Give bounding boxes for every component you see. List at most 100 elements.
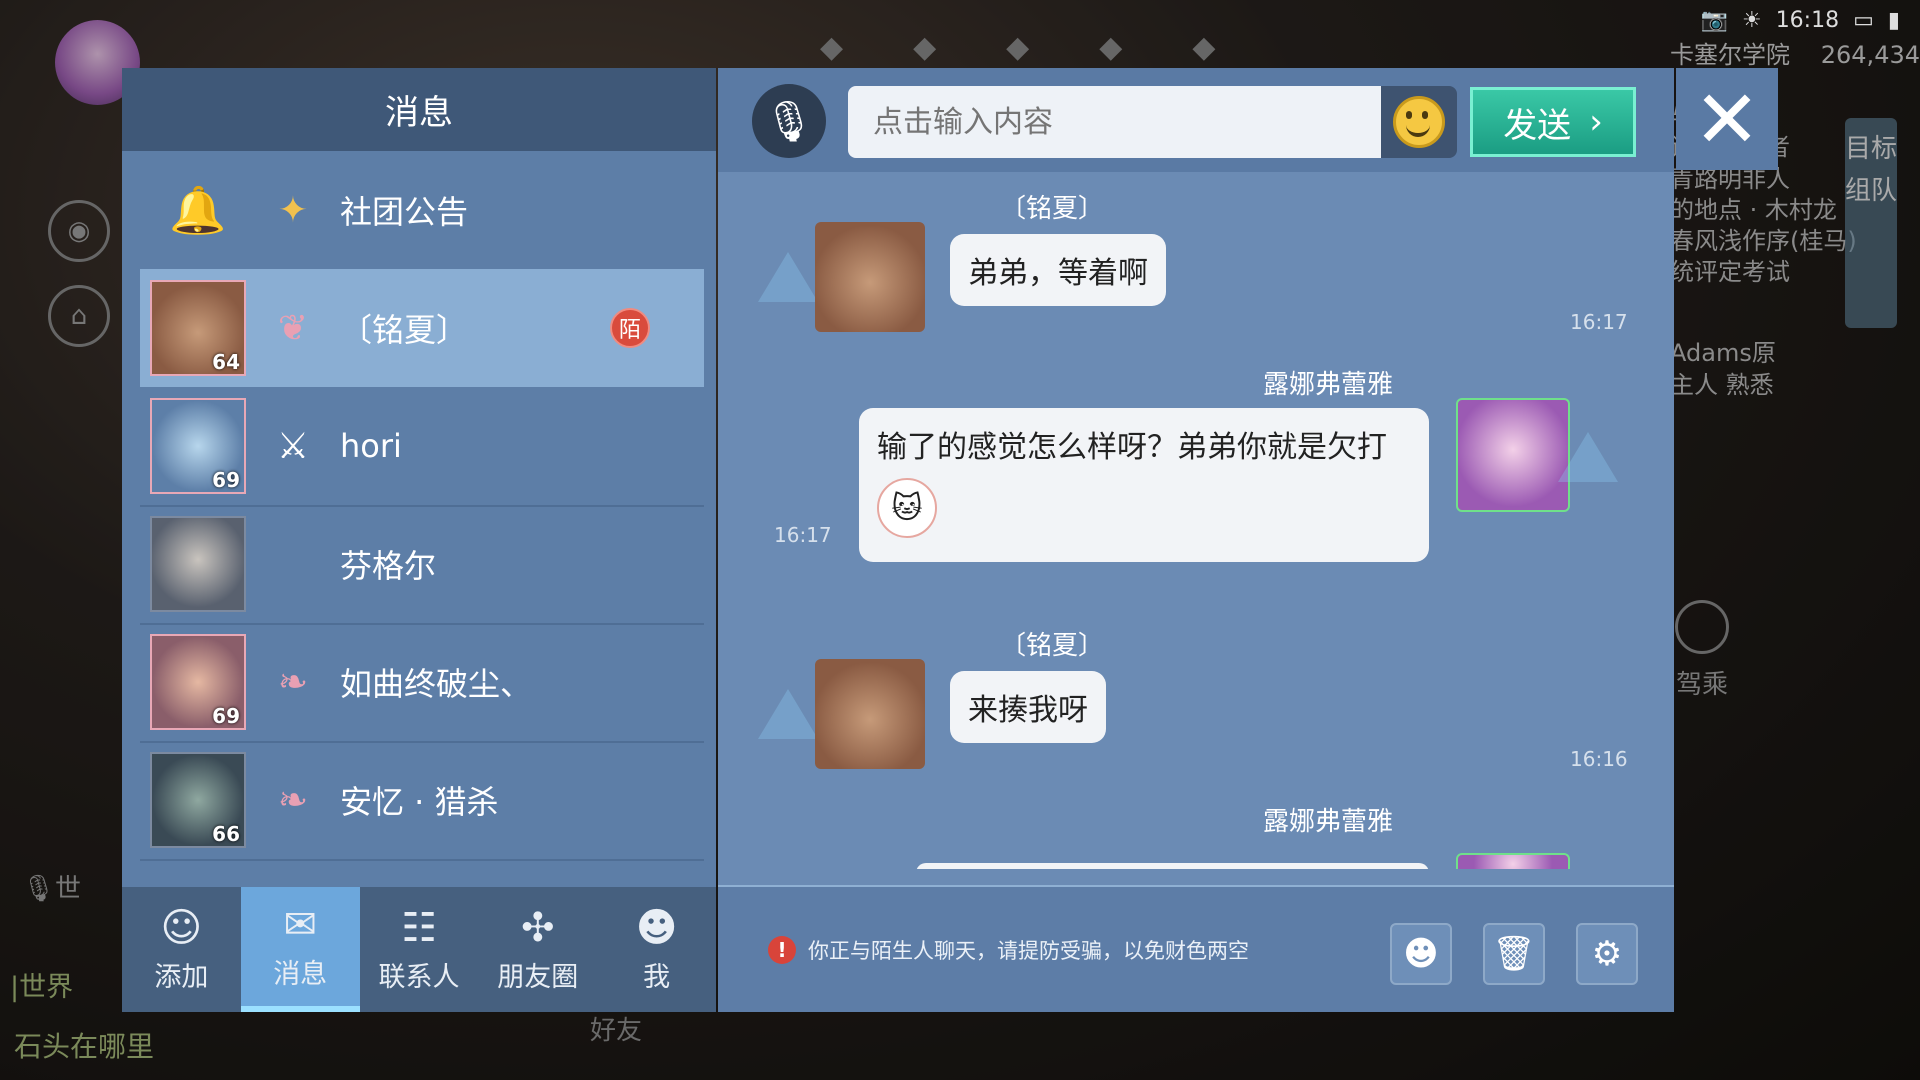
avatar[interactable] bbox=[815, 222, 925, 332]
avatar: 69 bbox=[150, 398, 246, 494]
conversation-name: hori bbox=[340, 427, 402, 465]
conversation-name: 安忆 · 猎杀 bbox=[340, 783, 499, 821]
close-button[interactable]: ✕ bbox=[1676, 68, 1778, 170]
conversation-item-ruqu[interactable]: 69 ❧ 如曲终破尘、 bbox=[140, 623, 704, 743]
smiley-icon bbox=[1393, 96, 1445, 148]
trash-icon: 🗑 bbox=[1492, 934, 1536, 974]
conversation-name: 社团公告 bbox=[340, 193, 469, 231]
cat-sticker-icon: 🐱 bbox=[877, 478, 937, 538]
conversation-item-hori[interactable]: 69 ⚔ hori bbox=[140, 387, 704, 507]
message-bubble: 来揍我呀 bbox=[950, 671, 1106, 743]
nav-contacts[interactable]: ☷ 联系人 bbox=[360, 887, 479, 1012]
message-bubble: 输了的感觉怎么样呀？弟弟你就是欠打 🐱 bbox=[859, 408, 1429, 562]
message-received: 〔铭夏〕 弟弟，等着啊 16:17 bbox=[718, 172, 1674, 342]
world-chat-message: 石头在哪里 bbox=[14, 1030, 155, 1063]
message-list: 〔铭夏〕 弟弟，等着啊 16:17 露娜弗蕾雅 输了的感觉怎么样呀？弟弟你就是欠… bbox=[718, 172, 1674, 869]
conversation-name: 〔铭夏〕 bbox=[340, 311, 469, 349]
hud-line: Adams原 bbox=[1670, 339, 1776, 368]
world-chat-channel[interactable]: |世界 bbox=[10, 965, 73, 1004]
panel-title: 消息 bbox=[122, 68, 716, 151]
empty-badge bbox=[268, 539, 318, 589]
feather-icon: ❧ bbox=[277, 661, 309, 703]
hud-top-icons: ◆ ◆ ◆ ◆ ◆ bbox=[820, 30, 1215, 65]
signal-icon: ▮ bbox=[1887, 8, 1900, 33]
message-time: 16:17 bbox=[774, 523, 832, 547]
message-time: 16:16 bbox=[1570, 747, 1628, 771]
feather-icon: ❧ bbox=[277, 779, 309, 821]
goal-team-tab[interactable]: 目标组队 bbox=[1845, 118, 1897, 328]
add-user-icon: ☺ bbox=[160, 905, 203, 951]
bell-icon: 🔔 bbox=[169, 182, 227, 237]
decor bbox=[758, 689, 818, 739]
chevron-right-icon: › bbox=[1589, 102, 1603, 142]
hud-location: 卡塞尔学院 bbox=[1670, 41, 1790, 69]
message-sender: 露娜弗蕾雅 bbox=[1263, 370, 1394, 400]
brightness-icon: ☀ bbox=[1741, 8, 1762, 33]
nav-moments[interactable]: ✣ 朋友圈 bbox=[478, 887, 597, 1012]
hud-line: 主人 熟悉 bbox=[1670, 370, 1774, 399]
conversation-name: 芬格尔 bbox=[340, 547, 437, 585]
conversation-item-announcement[interactable]: 🔔 ✦ 社团公告 bbox=[140, 151, 704, 271]
hud-score: 264,434 bbox=[1820, 41, 1920, 69]
friends-button[interactable]: 好友 bbox=[590, 1010, 642, 1047]
message-sender: 露娜弗蕾雅 bbox=[1263, 807, 1394, 837]
avatar[interactable] bbox=[1456, 398, 1570, 512]
conversation-item-fenggeer[interactable]: 芬格尔 bbox=[140, 505, 704, 625]
mount-button[interactable]: 驾乘 bbox=[1675, 600, 1729, 701]
avatar[interactable] bbox=[815, 659, 925, 769]
decor bbox=[1558, 432, 1618, 482]
wings-icon: ❦ bbox=[277, 307, 309, 349]
hud-icon-3[interactable]: ◆ bbox=[1006, 30, 1029, 65]
send-button[interactable]: 发送 › bbox=[1470, 87, 1636, 157]
chat-footer: ! 你正与陌生人聊天，请提防受骗，以免财色两空 ☻ 🗑 ⚙ bbox=[718, 885, 1674, 1012]
announcement-badge-icon: ✦ bbox=[277, 189, 309, 231]
voice-input-button[interactable]: 🎙 bbox=[752, 84, 826, 158]
chat-settings-button[interactable]: ⚙ bbox=[1576, 923, 1638, 985]
message-sent: 露娜弗蕾雅 bbox=[718, 789, 1674, 869]
hud-icon-4[interactable]: ◆ bbox=[1099, 30, 1122, 65]
hud-icon-5[interactable]: ◆ bbox=[1192, 30, 1215, 65]
stranger-warning: ! 你正与陌生人聊天，请提防受骗，以免财色两空 bbox=[768, 935, 1249, 965]
decor bbox=[758, 252, 818, 302]
message-sent: 露娜弗蕾雅 输了的感觉怎么样呀？弟弟你就是欠打 🐱 16:17 bbox=[718, 352, 1674, 612]
crossed-swords-icon: ⚔ bbox=[276, 425, 310, 467]
conversation-item-anyi[interactable]: 66 ❧ 安忆 · 猎杀 bbox=[140, 741, 704, 861]
avatar: 64 bbox=[150, 280, 246, 376]
steering-icon bbox=[1675, 600, 1729, 654]
home-icon[interactable]: ⌂ bbox=[48, 285, 110, 347]
view-profile-button[interactable]: ☻ bbox=[1390, 923, 1452, 985]
message-input[interactable] bbox=[848, 86, 1381, 158]
status-bar: 📷 ☀ 16:18 ▭ ▮ bbox=[1701, 8, 1900, 33]
mic-icon: 🎙 bbox=[763, 98, 815, 145]
delete-chat-button[interactable]: 🗑 bbox=[1483, 923, 1545, 985]
avatar[interactable] bbox=[1456, 853, 1570, 869]
close-icon: ✕ bbox=[1693, 72, 1761, 166]
message-received: 〔铭夏〕 来揍我呀 16:16 bbox=[718, 609, 1674, 779]
bottom-nav: ☺ 添加 ✉ 消息 ☷ 联系人 ✣ 朋友圈 ☻ 我 bbox=[122, 887, 716, 1012]
hud-icon-1[interactable]: ◆ bbox=[820, 30, 843, 65]
conversation-item-mingxia[interactable]: 64 ❦ 〔铭夏〕 陌 bbox=[140, 269, 704, 387]
message-icon: ✉ bbox=[283, 902, 317, 948]
avatar: 66 bbox=[150, 752, 246, 848]
camera-icon: 📷 bbox=[1700, 8, 1728, 33]
gear-icon: ⚙ bbox=[1591, 934, 1623, 974]
voice-world-button[interactable]: 🎙世 bbox=[22, 868, 81, 905]
nav-add[interactable]: ☺ 添加 bbox=[122, 887, 241, 1012]
conversation-list: 🔔 ✦ 社团公告 64 ❦ 〔铭夏〕 陌 69 ⚔ hori 芬格尔 69 ❧ … bbox=[122, 151, 716, 931]
hud-icon-2[interactable]: ◆ bbox=[913, 30, 936, 65]
nav-profile[interactable]: ☻ 我 bbox=[597, 887, 716, 1012]
message-sender: 〔铭夏〕 bbox=[1000, 194, 1105, 224]
battery-icon: ▭ bbox=[1853, 8, 1874, 33]
status-time: 16:18 bbox=[1775, 8, 1840, 33]
eye-icon[interactable]: ◉ bbox=[48, 200, 110, 262]
message-time: 16:17 bbox=[1570, 310, 1628, 334]
chat-panel: 🎙 发送 › 〔铭夏〕 弟弟，等着啊 16:17 露娜弗蕾雅 输了的感觉怎么样呀… bbox=[718, 68, 1674, 1012]
emoji-button[interactable] bbox=[1381, 86, 1457, 158]
alert-icon: ! bbox=[768, 936, 796, 964]
profile-icon: ☻ bbox=[635, 905, 678, 951]
moments-icon: ✣ bbox=[521, 905, 555, 951]
message-bubble bbox=[916, 863, 1429, 869]
avatar: 69 bbox=[150, 634, 246, 730]
nav-messages[interactable]: ✉ 消息 bbox=[240, 887, 360, 1012]
conversation-panel: 消息 🔔 ✦ 社团公告 64 ❦ 〔铭夏〕 陌 69 ⚔ hori 芬格尔 69… bbox=[122, 68, 716, 1012]
